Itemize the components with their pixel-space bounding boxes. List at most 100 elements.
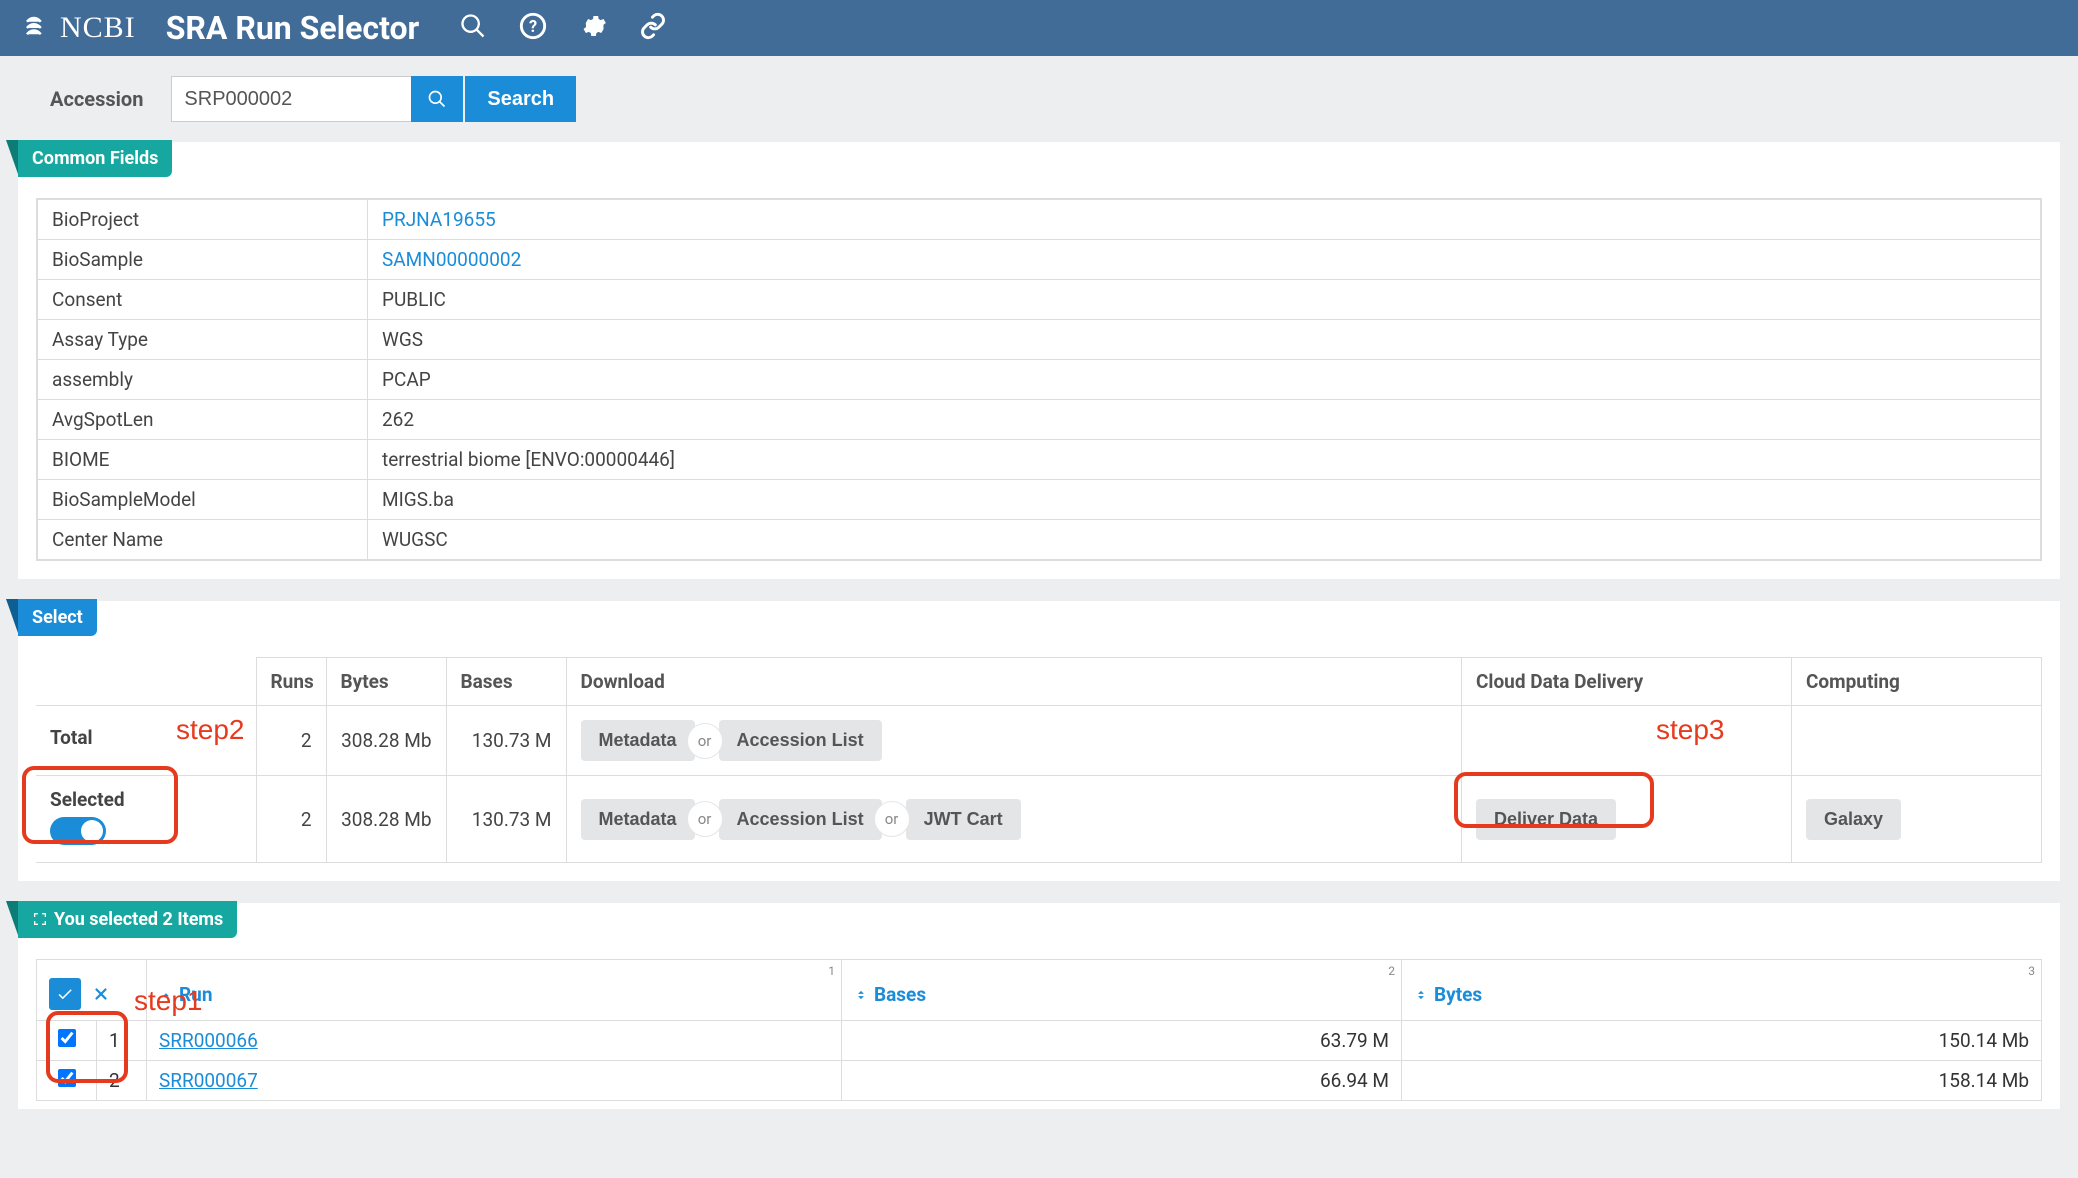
common-field-value: PCAP bbox=[368, 360, 2041, 400]
selected-metadata-button[interactable]: Metadata bbox=[581, 799, 695, 840]
or-label: or bbox=[874, 801, 910, 837]
search-icon bbox=[427, 89, 447, 109]
sort-icon bbox=[854, 983, 874, 1006]
svg-text:?: ? bbox=[529, 16, 537, 35]
row-bytes: 158.14 Mb bbox=[1402, 1061, 2042, 1101]
common-field-value: WGS bbox=[368, 320, 2041, 360]
runs-panel: You selected 2 Items Run 1 Bases bbox=[18, 903, 2060, 1109]
run-link[interactable]: SRR000066 bbox=[159, 1029, 258, 1052]
common-field-row: BioSample SAMN00000002 bbox=[38, 240, 2041, 280]
col-compute: Computing bbox=[1792, 658, 2042, 706]
select-tab: Select bbox=[18, 599, 97, 636]
common-fields-tab: Common Fields bbox=[18, 140, 172, 177]
col-bytes: Bytes bbox=[326, 658, 446, 706]
common-field-value: MIGS.ba bbox=[368, 480, 2041, 520]
or-label: or bbox=[687, 723, 723, 759]
select-all-button[interactable] bbox=[49, 978, 81, 1010]
table-row: 2 SRR000067 66.94 M158.14 Mb bbox=[37, 1061, 2042, 1101]
accession-label: Accession bbox=[50, 87, 143, 111]
selected-accession-list-button[interactable]: Accession List bbox=[719, 799, 882, 840]
selected-toggle[interactable] bbox=[50, 817, 106, 845]
gear-icon[interactable] bbox=[579, 12, 607, 45]
common-field-row: Assay TypeWGS bbox=[38, 320, 2041, 360]
common-fields-panel: Common Fields BioProjectPRJNA19655BioSam… bbox=[18, 142, 2060, 579]
help-icon[interactable]: ? bbox=[519, 12, 547, 45]
accession-row: Accession Search bbox=[0, 56, 2078, 142]
col-bytes[interactable]: Bytes 3 bbox=[1402, 960, 2042, 1021]
common-field-row: ConsentPUBLIC bbox=[38, 280, 2041, 320]
total-bases: 130.73 M bbox=[446, 706, 566, 776]
galaxy-button[interactable]: Galaxy bbox=[1806, 799, 1901, 840]
common-field-row: BioSampleModelMIGS.ba bbox=[38, 480, 2041, 520]
row-index: 2 bbox=[97, 1061, 147, 1101]
common-field-key: AvgSpotLen bbox=[38, 400, 368, 440]
common-field-key: Assay Type bbox=[38, 320, 368, 360]
common-field-key: Center Name bbox=[38, 520, 368, 560]
common-field-link[interactable]: SAMN00000002 bbox=[382, 248, 521, 271]
common-fields-table: BioProjectPRJNA19655BioSample SAMN0000000… bbox=[37, 199, 2041, 560]
row-checkbox[interactable] bbox=[58, 1069, 76, 1087]
selected-bases: 130.73 M bbox=[446, 776, 566, 863]
total-runs: 2 bbox=[256, 706, 326, 776]
deliver-data-button[interactable]: Deliver Data bbox=[1476, 799, 1616, 840]
search-button[interactable]: Search bbox=[465, 76, 576, 122]
common-field-value: PUBLIC bbox=[368, 280, 2041, 320]
col-bases[interactable]: Bases 2 bbox=[842, 960, 1402, 1021]
select-panel: Select Runs Bytes Bases Download Cloud D… bbox=[18, 601, 2060, 881]
row-bytes: 150.14 Mb bbox=[1402, 1021, 2042, 1061]
runs-table: Run 1 Bases 2 Bytes 3 1 SRR000066 63.79 M1… bbox=[36, 959, 2042, 1101]
search-icon[interactable] bbox=[459, 12, 487, 45]
or-label: or bbox=[687, 801, 723, 837]
run-link[interactable]: SRR000067 bbox=[159, 1069, 258, 1092]
row-bases: 63.79 M bbox=[842, 1021, 1402, 1061]
selected-runs: 2 bbox=[256, 776, 326, 863]
brand-text: NCBI bbox=[60, 11, 136, 45]
table-row: 1 SRR000066 63.79 M150.14 Mb bbox=[37, 1021, 2042, 1061]
common-field-value[interactable]: PRJNA19655 bbox=[368, 200, 2041, 240]
select-summary-table: Runs Bytes Bases Download Cloud Data Del… bbox=[36, 657, 2042, 863]
common-field-value[interactable]: SAMN00000002 bbox=[368, 240, 2041, 280]
col-cloud: Cloud Data Delivery bbox=[1462, 658, 1792, 706]
ncbi-logo-icon bbox=[22, 13, 52, 43]
annotation-step1-label: step1 bbox=[134, 985, 203, 1017]
accession-input[interactable] bbox=[171, 76, 411, 122]
total-accession-list-button[interactable]: Accession List bbox=[719, 720, 882, 761]
common-field-row: BIOMEterrestrial biome [ENVO:00000446] bbox=[38, 440, 2041, 480]
common-fields-scroll[interactable]: BioProjectPRJNA19655BioSample SAMN0000000… bbox=[36, 198, 2042, 561]
common-field-value: WUGSC bbox=[368, 520, 2041, 560]
selected-label: Selected bbox=[50, 788, 242, 811]
common-field-row: Center NameWUGSC bbox=[38, 520, 2041, 560]
topbar: NCBI SRA Run Selector ? bbox=[0, 0, 2078, 56]
common-field-key: BioSample bbox=[38, 240, 368, 280]
total-metadata-button[interactable]: Metadata bbox=[581, 720, 695, 761]
selected-row: Selected 2 308.28 Mb 130.73 M Metadata o… bbox=[36, 776, 2042, 863]
annotation-step3-label: step3 bbox=[1656, 714, 1725, 746]
expand-icon bbox=[32, 911, 48, 927]
common-field-row: assemblyPCAP bbox=[38, 360, 2041, 400]
common-field-key: BioSampleModel bbox=[38, 480, 368, 520]
sort-icon bbox=[1414, 983, 1434, 1006]
accession-search-icon-button[interactable] bbox=[411, 76, 463, 122]
total-row: Total 2 308.28 Mb 130.73 M Metadata or A… bbox=[36, 706, 2042, 776]
row-bases: 66.94 M bbox=[842, 1061, 1402, 1101]
total-bytes: 308.28 Mb bbox=[326, 706, 446, 776]
deselect-all-button[interactable] bbox=[92, 985, 110, 1003]
runs-tab: You selected 2 Items bbox=[18, 901, 237, 938]
common-field-row: AvgSpotLen262 bbox=[38, 400, 2041, 440]
common-field-value: 262 bbox=[368, 400, 2041, 440]
col-run[interactable]: Run 1 bbox=[147, 960, 842, 1021]
row-checkbox[interactable] bbox=[58, 1029, 76, 1047]
common-field-key: Consent bbox=[38, 280, 368, 320]
app-title: SRA Run Selector bbox=[166, 9, 420, 47]
col-runs: Runs bbox=[256, 658, 326, 706]
col-bases: Bases bbox=[446, 658, 566, 706]
jwt-cart-button[interactable]: JWT Cart bbox=[906, 799, 1021, 840]
annotation-step2-label: step2 bbox=[176, 714, 245, 746]
common-field-key: assembly bbox=[38, 360, 368, 400]
row-index: 1 bbox=[97, 1021, 147, 1061]
common-field-row: BioProjectPRJNA19655 bbox=[38, 200, 2041, 240]
brand[interactable]: NCBI bbox=[22, 11, 136, 45]
common-field-link[interactable]: PRJNA19655 bbox=[382, 208, 496, 231]
common-field-key: BIOME bbox=[38, 440, 368, 480]
link-icon[interactable] bbox=[639, 12, 667, 45]
